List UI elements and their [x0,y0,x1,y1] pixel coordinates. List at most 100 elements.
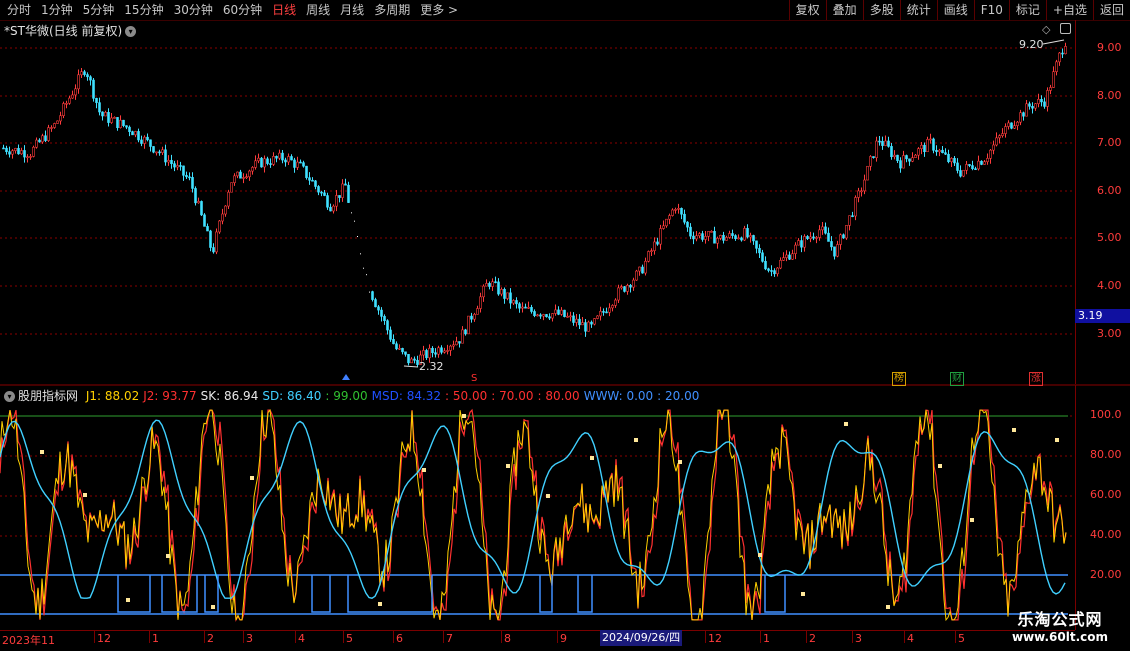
candle [740,237,743,241]
candle [1055,61,1058,72]
kline-chart[interactable] [0,0,1130,650]
candle [545,314,548,318]
candle [548,316,551,319]
signal-dot [634,438,638,442]
candle [692,235,695,240]
candle [185,175,188,178]
candle [434,352,437,355]
candle [470,315,473,320]
candle [716,237,719,244]
candle [959,170,962,177]
candle [818,229,821,238]
candle [794,244,797,254]
signal-dot [938,464,942,468]
candle [503,289,506,299]
limit-up-marker[interactable]: 涨 [1029,372,1043,386]
panel-toggle-icon[interactable] [1060,23,1071,34]
candle [509,292,512,304]
candle [134,131,137,136]
indicator-tick-label: 20.00 [1090,568,1122,581]
candle [191,177,194,189]
candle [947,153,950,163]
candle [1043,101,1046,107]
chevron-down-icon[interactable]: ▾ [125,26,137,37]
candle [551,313,554,319]
candle [941,149,944,154]
candle [440,347,443,353]
diamond-icon[interactable]: ◇ [1042,23,1050,36]
candle [251,167,254,172]
candle [464,329,467,335]
candle [506,292,509,299]
candle [263,158,266,168]
candle [299,161,302,164]
candle [206,226,209,232]
candle [626,285,629,292]
signal-dot [1012,428,1016,432]
stock-title[interactable]: *ST华微(日线 前复权) ▾ [4,22,137,39]
candle [347,184,350,203]
indicator-name[interactable]: 股朋指标网 [18,389,78,403]
candle [917,148,920,156]
date-tick-label: 1 [152,632,159,645]
candle [1040,99,1043,103]
price-tick-label: 9.00 [1097,41,1122,54]
candle [704,236,707,240]
date-tick-mark [904,631,905,643]
candle [131,131,134,136]
candle [554,309,557,314]
price-tick-label: 5.00 [1097,231,1122,244]
candle [152,146,155,153]
indicator-value: SK: 86.94 [200,389,259,403]
candle [839,234,842,245]
candle [281,152,284,161]
candle [374,299,377,308]
candle [182,165,185,176]
crosshair-date: 2024/09/26/四 [600,630,683,646]
date-tick-mark [443,631,444,643]
candle [311,179,314,182]
candle [1034,103,1037,109]
candle [68,97,71,104]
candle [605,311,608,314]
low-price-label: 2.32 [419,360,444,373]
rank-marker[interactable]: 榜 [892,372,906,386]
candle [366,274,367,276]
signal-dot [546,494,550,498]
date-tick-label: 8 [504,632,511,645]
candle [659,228,662,245]
candle [11,150,14,155]
candle [458,341,461,344]
candle [14,147,17,152]
candle [357,236,358,238]
candle [845,225,848,239]
candle [161,149,164,153]
candle [1007,122,1010,127]
indicator-tick-label: 80.00 [1090,448,1122,461]
date-tick-mark [557,631,558,643]
candle [608,307,611,313]
candle [200,201,203,216]
candle [173,163,176,168]
candle [188,176,191,179]
candle [1028,103,1031,107]
finance-marker[interactable]: 财 [950,372,964,386]
chevron-down-icon[interactable]: ▾ [4,391,15,402]
stock-name-label: *ST华微(日线 前复权) [4,24,123,38]
candle [314,180,317,187]
candle [848,215,851,226]
candle [404,351,407,355]
candle [83,71,86,75]
candle [410,358,413,364]
candle [371,291,374,300]
candle [431,347,434,354]
candle [896,154,899,161]
candle [236,171,239,177]
candle [908,158,911,162]
date-tick-mark [393,631,394,643]
candle [5,147,8,152]
candle [920,144,923,149]
candle [686,221,689,228]
candle [557,309,560,315]
signal-dot [758,553,762,557]
